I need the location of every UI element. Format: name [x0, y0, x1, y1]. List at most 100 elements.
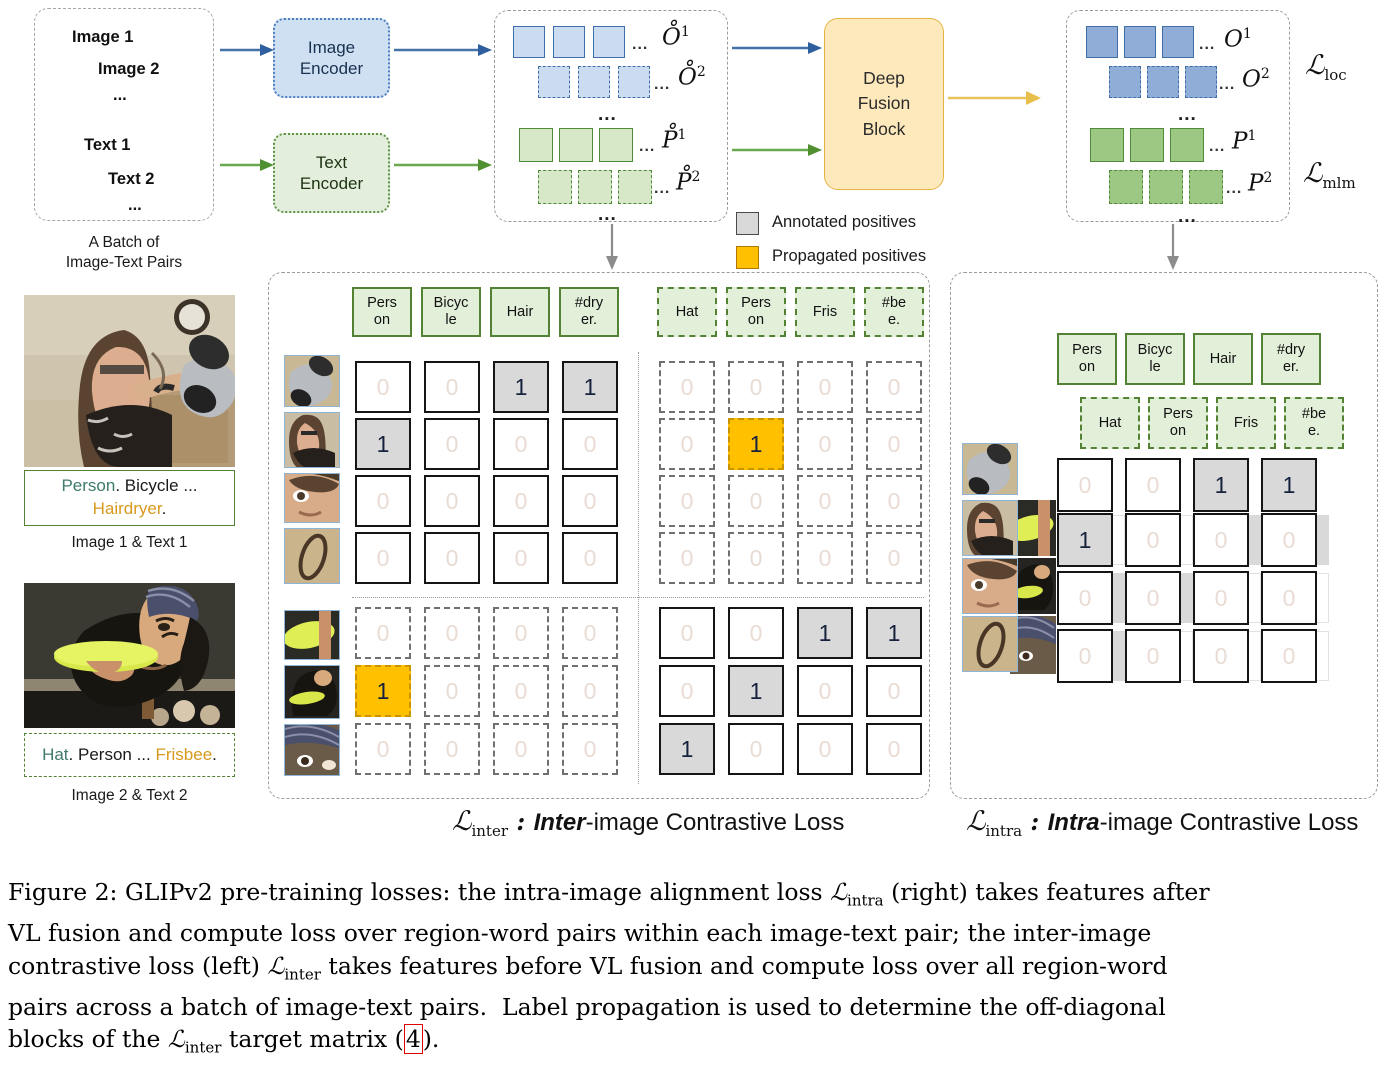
feature-square-o2-b	[578, 66, 610, 98]
example-2-photo	[24, 583, 235, 728]
prefusion-vertical-ellipsis-bottom: ...	[598, 204, 617, 225]
intra-title-sub: intra	[985, 821, 1023, 840]
postfeature-square-p2-a	[1109, 170, 1143, 204]
intra-cell-r2c3: 0	[1193, 513, 1249, 567]
loss-mlm-sub: mlm	[1322, 173, 1356, 192]
intra-cell-r1c2: 0	[1125, 458, 1181, 512]
example-2-text-mid: . Person ...	[68, 745, 156, 764]
arrow-postfusion-to-intra-panel	[1167, 224, 1179, 270]
feature-square-p2-c	[618, 170, 652, 204]
intra-cell-r4c1: 0	[1057, 629, 1113, 683]
postfeature-square-o2-c	[1185, 66, 1217, 98]
inter-cell-r4c7: 0	[797, 532, 853, 584]
postfeature-square-o1-b	[1124, 26, 1156, 58]
inter-region-thumb-1	[284, 355, 340, 407]
postfusion-vertical-ellipsis-top: ...	[1178, 104, 1197, 125]
feature-square-o2-a	[538, 66, 570, 98]
legend-swatch-propagated	[736, 246, 759, 269]
postfeature-square-p2-b	[1149, 170, 1183, 204]
postfeature-label-p2: P2	[1248, 170, 1273, 197]
inter-cell-r6c6: 1	[728, 665, 784, 717]
inter-cell-r2c2: 0	[424, 418, 480, 470]
intra-cell-r2c1: 1	[1057, 513, 1113, 567]
inter-cell-r4c5: 0	[659, 532, 715, 584]
inter-cell-r1c3: 1	[493, 361, 549, 413]
feature-ellipsis-o2: ...	[654, 76, 671, 93]
legend-label-propagated: Propagated positives	[772, 247, 927, 265]
intra-token-bee-2-l1: #be	[1301, 406, 1327, 423]
intra-cell-r3c3: 0	[1193, 571, 1249, 625]
feature-square-o1-c	[593, 26, 625, 58]
region-thumb-hairdryer	[285, 356, 339, 406]
intra-region-thumb-3	[962, 558, 1018, 614]
inter-title-rest: -image Contrastive Loss	[585, 809, 845, 836]
intra-token-bicycle-1-l2: le	[1149, 359, 1161, 375]
deep-fusion-block[interactable]: Deep Fusion Block	[824, 18, 944, 190]
inter-token-person-1-l1: Pers	[367, 295, 397, 312]
inter-cell-r2c6: 1	[728, 418, 784, 470]
example-1-word-hairdryer: Hairdryer	[92, 499, 162, 518]
intra-token-person-2: Pers on	[1148, 397, 1208, 449]
arrow-features-to-fusion-image	[732, 42, 822, 54]
inter-cell-r2c7: 0	[797, 418, 853, 470]
inter-cell-r3c7: 0	[797, 475, 853, 527]
intra-cell-r3c2: 0	[1125, 571, 1181, 625]
intra-token-hair-1-l1: Hair	[1209, 350, 1237, 367]
example-1-text-caption: Person. Bicycle ... Hairdryer.	[24, 470, 235, 526]
inter-token-dryer-1-l2: er.	[580, 312, 598, 328]
inter-token-dryer-1-l1: #dry	[574, 295, 604, 312]
inter-token-bee-2: #be e.	[864, 287, 924, 337]
image-encoder-line2: Encoder	[299, 59, 364, 78]
inter-token-bicycle-1-l2: le	[445, 312, 457, 328]
batch-caption-line1: A Batch of	[88, 234, 160, 251]
inter-cell-r5c8: 1	[866, 607, 922, 659]
intra-token-dryer-1-l2: er.	[1282, 359, 1300, 375]
inter-cell-r3c8: 0	[866, 475, 922, 527]
inter-title-sub: inter	[471, 821, 508, 840]
inter-cell-r2c8: 0	[866, 418, 922, 470]
example-1-word-person: Person	[61, 476, 116, 496]
inter-region-thumb-2	[284, 412, 340, 468]
inter-cell-r4c4: 0	[562, 532, 618, 584]
batch-line-text1: Text 1	[84, 136, 131, 154]
example-2-image	[24, 583, 235, 728]
feature-square-o1-a	[513, 26, 545, 58]
postfeature-ellipsis-o2: ...	[1219, 76, 1236, 93]
inter-token-bee-2-l1: #be	[881, 295, 907, 312]
feature-label-p2: P̊2	[676, 169, 701, 196]
caption-reference-link[interactable]: 4	[403, 1024, 423, 1055]
intra-cell-r3c1: 0	[1057, 571, 1113, 625]
intra-title-rest: -image Contrastive Loss	[1099, 809, 1359, 836]
inter-cell-r7c8: 0	[866, 723, 922, 775]
example-1-text-line1: Person. Bicycle ...	[61, 475, 197, 498]
inter-cell-r3c4: 0	[562, 475, 618, 527]
batch-line-text2: Text 2	[108, 170, 155, 188]
inter-token-bee-2-l2: e.	[887, 312, 901, 328]
image-encoder-block[interactable]: Image Encoder	[273, 18, 390, 98]
inter-cell-r6c4: 0	[562, 665, 618, 717]
intra-token-person-2-l1: Pers	[1163, 406, 1193, 423]
text-encoder-line1: Text	[315, 152, 348, 172]
text-encoder-block[interactable]: Text Encoder	[273, 133, 390, 213]
feature-square-p2-a	[538, 170, 572, 204]
postfeature-square-p1-a	[1090, 128, 1124, 162]
inter-region-thumb-6	[284, 665, 340, 719]
inter-token-person-1: Pers on	[352, 287, 412, 337]
intra-token-hat-2-l1: Hat	[1098, 414, 1122, 431]
inter-region-thumb-3	[284, 473, 340, 523]
example-1-photo	[24, 295, 235, 467]
caption-line-3: contrastive loss (left) ℒinter takes fea…	[8, 951, 1168, 984]
example-2-text-period: .	[212, 745, 217, 764]
caption-line-2: VL fusion and compute loss over region-w…	[8, 919, 1152, 948]
loss-mlm-label: ℒmlm	[1303, 158, 1356, 192]
region-thumb-ring	[285, 529, 339, 583]
example-2-text-line1: Hat. Person ... Frisbee.	[42, 745, 217, 765]
example-2-word-frisbee: Frisbee	[155, 745, 213, 764]
inter-cell-r4c1: 0	[355, 532, 411, 584]
postfeature-square-o1-a	[1086, 26, 1118, 58]
inter-cell-r6c8: 0	[866, 665, 922, 717]
caption-line-1: Figure 2: GLIPv2 pre-training losses: th…	[8, 878, 1210, 910]
example-1-image	[24, 295, 235, 467]
intra-token-dryer-1-l1: #dry	[1276, 342, 1306, 359]
inter-cell-r2c4: 0	[562, 418, 618, 470]
